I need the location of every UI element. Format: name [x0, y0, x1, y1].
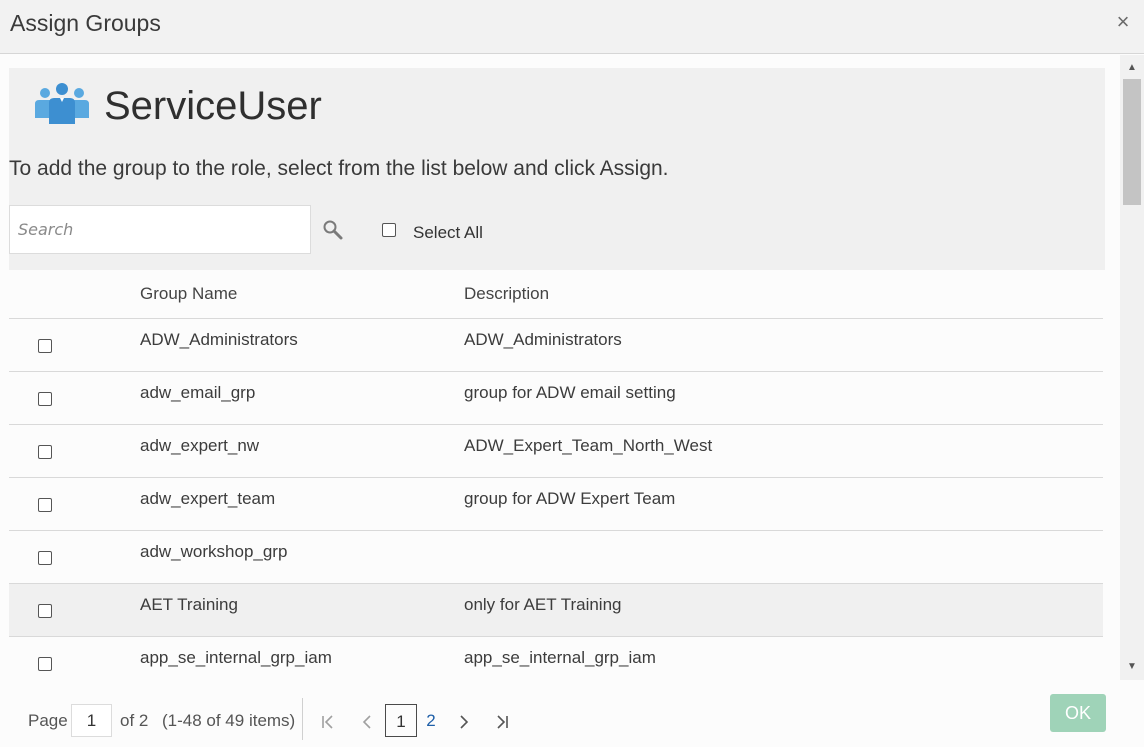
table-row[interactable]: app_se_internal_grp_iam app_se_internal_… [9, 637, 1103, 680]
search-icon[interactable] [322, 219, 344, 241]
description-cell: ADW_Administrators [464, 330, 622, 349]
items-count-label: (1-48 of 49 items) [162, 711, 296, 730]
last-page-icon[interactable] [492, 714, 512, 730]
scroll-down-arrow-icon[interactable]: ▼ [1125, 660, 1139, 674]
page-number-input[interactable] [71, 704, 112, 737]
group-name-cell: AET Training [140, 595, 238, 614]
table-row[interactable]: AET Training only for AET Training [9, 584, 1103, 637]
table-row[interactable]: adw_expert_nw ADW_Expert_Team_North_West [9, 425, 1103, 478]
table-row[interactable]: adw_email_grp group for ADW email settin… [9, 372, 1103, 425]
ok-button[interactable]: OK [1050, 694, 1106, 732]
group-name-cell: adw_expert_team [140, 489, 276, 508]
dialog-footer: Page of 2 (1-48 of 49 items) 1 2 OK [0, 680, 1144, 747]
close-button[interactable]: × [1112, 10, 1134, 34]
group-name-cell: adw_email_grp [140, 383, 256, 402]
table-row[interactable]: adw_workshop_grp [9, 531, 1103, 584]
pagination-divider [302, 698, 303, 740]
description-cell: app_se_internal_grp_iam [464, 648, 656, 667]
row-checkbox[interactable] [38, 657, 52, 671]
select-all-label: Select All [413, 223, 483, 242]
page-of-label: of 2 [120, 711, 149, 730]
row-checkbox[interactable] [38, 392, 52, 406]
scroll-up-arrow-icon[interactable]: ▲ [1125, 61, 1139, 75]
page-button-2[interactable]: 2 [415, 704, 447, 737]
dialog-title: Assign Groups [10, 10, 161, 36]
table-row[interactable]: ADW_Administrators ADW_Administrators [9, 319, 1103, 372]
page-label: Page [28, 711, 68, 730]
vertical-scrollbar[interactable]: ▲ ▼ [1120, 55, 1144, 680]
instructions-text: To add the group to the role, select fro… [9, 157, 669, 180]
row-checkbox[interactable] [38, 339, 52, 353]
first-page-icon[interactable] [318, 714, 338, 730]
description-cell: group for ADW email setting [464, 383, 676, 402]
users-group-icon [35, 83, 89, 124]
role-name: ServiceUser [104, 84, 322, 128]
description-cell: group for ADW Expert Team [464, 489, 676, 508]
column-header-group-name[interactable]: Group Name [140, 284, 237, 304]
role-panel: ServiceUser To add the group to the role… [9, 68, 1105, 270]
scrollbar-thumb[interactable] [1123, 79, 1141, 205]
description-cell: only for AET Training [464, 595, 622, 614]
group-list: ADW_Administrators ADW_Administrators ad… [9, 319, 1103, 680]
search-input[interactable] [9, 205, 311, 254]
group-name-cell: adw_expert_nw [140, 436, 260, 455]
row-checkbox[interactable] [38, 445, 52, 459]
description-cell: ADW_Expert_Team_North_West [464, 436, 713, 455]
table-row[interactable]: adw_expert_team group for ADW Expert Tea… [9, 478, 1103, 531]
table-header: Group Name Description [9, 270, 1103, 319]
group-name-cell: app_se_internal_grp_iam [140, 648, 332, 667]
row-checkbox[interactable] [38, 551, 52, 565]
column-header-description[interactable]: Description [464, 284, 549, 304]
row-checkbox[interactable] [38, 498, 52, 512]
page-button-1[interactable]: 1 [385, 704, 417, 737]
next-page-icon[interactable] [454, 714, 474, 730]
group-name-cell: ADW_Administrators [140, 330, 298, 349]
select-all-checkbox[interactable] [382, 223, 396, 237]
previous-page-icon[interactable] [357, 714, 377, 730]
row-checkbox[interactable] [38, 604, 52, 618]
group-name-cell: adw_workshop_grp [140, 542, 288, 561]
dialog-header: Assign Groups × [0, 0, 1144, 54]
dialog-content: ServiceUser To add the group to the role… [0, 55, 1120, 680]
